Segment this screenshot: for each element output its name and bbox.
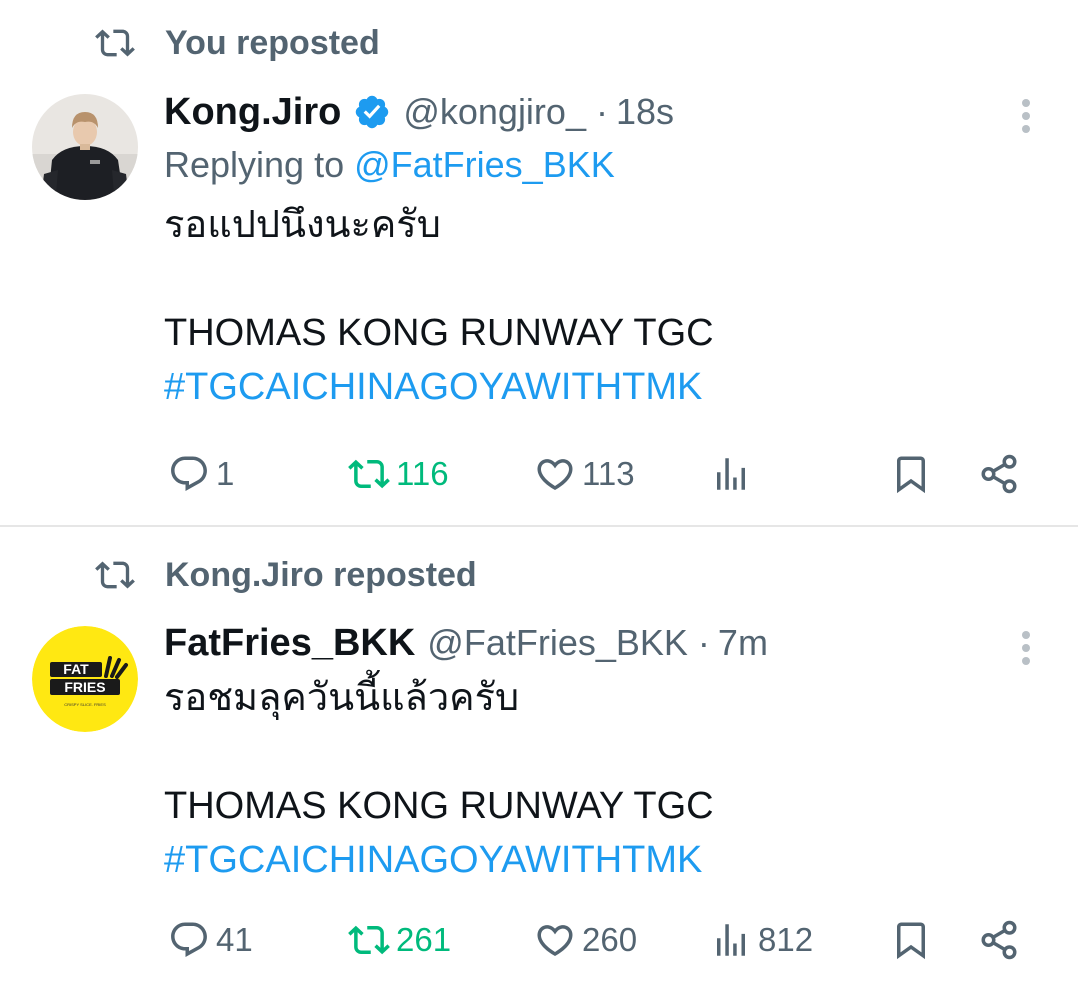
reply-count: 41 xyxy=(216,921,253,958)
hashtag-link[interactable]: #TGCAICHINAGOYAWITHTMK xyxy=(164,360,1058,414)
like-button[interactable]: 113 xyxy=(534,449,635,499)
like-button[interactable]: 260 xyxy=(534,915,637,965)
avatar[interactable] xyxy=(32,94,138,200)
replying-prefix: Replying to xyxy=(164,144,345,185)
logo-text: FAT xyxy=(63,661,89,677)
logo-tagline: CRISPY SLICE. FRIES xyxy=(64,702,106,707)
share-icon xyxy=(981,454,1017,494)
more-icon[interactable] xyxy=(1014,628,1038,668)
logo-text: FRIES xyxy=(64,679,105,695)
tweet-actions: 1 116 113 xyxy=(164,449,1044,499)
repost-icon xyxy=(348,459,390,489)
author-name[interactable]: Kong.Jiro xyxy=(164,91,341,134)
bookmark-button[interactable] xyxy=(890,449,932,499)
replying-to-link[interactable]: @FatFries_BKK xyxy=(354,144,615,185)
author-handle[interactable]: @kongjiro_ xyxy=(403,91,586,133)
reply-button[interactable]: 41 xyxy=(168,915,253,965)
tweet-text-line: THOMAS KONG RUNWAY TGC xyxy=(164,312,714,354)
reply-icon xyxy=(171,456,207,491)
tweet-text-line: รอชมลุควันนี้แล้วครับ xyxy=(164,677,520,719)
tweet-card[interactable]: Kong.Jiro reposted FAT FRIES CRISPY SLIC… xyxy=(0,529,1078,996)
tweet-actions: 41 261 260 812 xyxy=(164,915,1044,965)
tweet-text-line: รอแปปนึงนะครับ xyxy=(164,204,441,246)
repost-icon xyxy=(95,561,135,589)
author-name[interactable]: FatFries_BKK xyxy=(164,622,415,665)
views-icon xyxy=(717,924,745,956)
replying-to: Replying to @FatFries_BKK xyxy=(164,144,1058,192)
bookmark-icon xyxy=(897,456,925,494)
tweet-text: รอชมลุควันนี้แล้วครับ THOMAS KONG RUNWAY… xyxy=(164,671,1058,887)
more-icon[interactable] xyxy=(1014,96,1038,136)
bookmark-button[interactable] xyxy=(890,915,932,965)
avatar[interactable]: FAT FRIES CRISPY SLICE. FRIES xyxy=(32,626,138,732)
verified-badge-icon xyxy=(356,95,389,129)
reply-count: 1 xyxy=(216,455,235,492)
tweet-header: FatFries_BKK @FatFries_BKK · 7m xyxy=(164,619,1058,667)
timestamp[interactable]: 18s xyxy=(616,91,674,133)
like-count: 260 xyxy=(582,921,638,958)
views-button[interactable]: 812 xyxy=(710,915,813,965)
reply-icon xyxy=(171,922,207,957)
fatfries-logo: FAT FRIES CRISPY SLICE. FRIES xyxy=(32,626,138,732)
like-icon xyxy=(537,925,573,957)
repost-icon xyxy=(95,29,135,57)
tweet-header: Kong.Jiro @kongjiro_ · 18s xyxy=(164,88,1058,136)
like-icon xyxy=(537,459,573,491)
avatar-photo xyxy=(32,94,138,200)
repost-button[interactable]: 116 xyxy=(348,449,449,499)
hashtag-link[interactable]: #TGCAICHINAGOYAWITHTMK xyxy=(164,833,1058,887)
separator-dot: · xyxy=(595,91,608,132)
repost-button[interactable]: 261 xyxy=(348,915,451,965)
repost-context: You reposted xyxy=(95,23,380,63)
repost-context: Kong.Jiro reposted xyxy=(95,555,477,595)
views-button[interactable] xyxy=(710,449,758,499)
separator-dot: · xyxy=(697,622,710,663)
timestamp[interactable]: 7m xyxy=(718,622,768,664)
share-button[interactable] xyxy=(978,915,1020,965)
tweet-text-line: THOMAS KONG RUNWAY TGC xyxy=(164,785,714,827)
repost-label: You reposted xyxy=(165,23,380,62)
author-handle[interactable]: @FatFries_BKK xyxy=(427,622,688,664)
repost-count: 116 xyxy=(396,455,449,492)
tweet-card[interactable]: You reposted Kong.Jiro @kongjiro_ · 18s xyxy=(0,0,1078,527)
share-button[interactable] xyxy=(978,449,1020,499)
repost-count: 261 xyxy=(396,921,452,958)
tweet-text: รอแปปนึงนะครับ THOMAS KONG RUNWAY TGC #T… xyxy=(164,198,1058,414)
repost-label: Kong.Jiro reposted xyxy=(165,555,477,594)
share-icon xyxy=(981,920,1017,960)
views-icon xyxy=(717,458,745,490)
views-count: 812 xyxy=(758,921,814,958)
like-count: 113 xyxy=(582,455,635,492)
reply-button[interactable]: 1 xyxy=(168,449,234,499)
bookmark-icon xyxy=(897,922,925,960)
repost-icon xyxy=(348,925,390,955)
